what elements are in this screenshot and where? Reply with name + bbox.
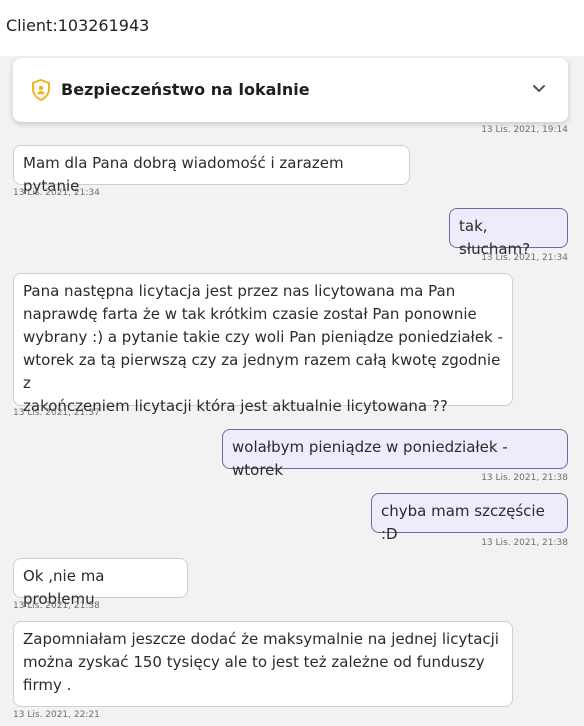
message-timestamp: 13 Lis. 2021, 21:38	[481, 538, 568, 548]
message-timestamp: 13 Lis. 2021, 21:38	[13, 601, 100, 611]
message-bubble-incoming: Pana następna licytacja jest przez nas l…	[13, 273, 513, 415]
message-timestamp: 13 Lis. 2021, 21:37	[13, 408, 100, 418]
message-timestamp: 13 Lis. 2021, 21:34	[13, 188, 100, 198]
message-timestamp: 13 Lis. 2021, 22:21	[13, 710, 100, 720]
security-card-title: Bezpieczeństwo na lokalnie	[61, 80, 310, 99]
client-label: Client:103261943	[6, 16, 150, 35]
shield-user-icon	[31, 78, 51, 102]
message-bubble-outgoing: chyba mam szczęście :D	[371, 493, 568, 543]
message-bubble-outgoing: tak, słucham?	[449, 208, 568, 258]
message-bubble-incoming: Ok ,nie ma problemu	[13, 558, 188, 608]
card-timestamp: 13 Lis. 2021, 19:14	[481, 125, 568, 135]
header: Client:103261943	[0, 0, 584, 56]
security-card[interactable]: Bezpieczeństwo na lokalnie	[13, 58, 568, 122]
message-bubble-incoming: Mam dla Pana dobrą wiadomość i zarazem p…	[13, 145, 410, 195]
message-timestamp: 13 Lis. 2021, 21:34	[481, 253, 568, 263]
message-timestamp: 13 Lis. 2021, 21:38	[481, 473, 568, 483]
chevron-down-icon[interactable]	[532, 80, 546, 94]
message-bubble-incoming: Zapomniałam jeszcze dodać że maksymalnie…	[13, 621, 513, 707]
message-bubble-outgoing: wolałbym pieniądze w poniedziałek - wtor…	[222, 429, 568, 479]
